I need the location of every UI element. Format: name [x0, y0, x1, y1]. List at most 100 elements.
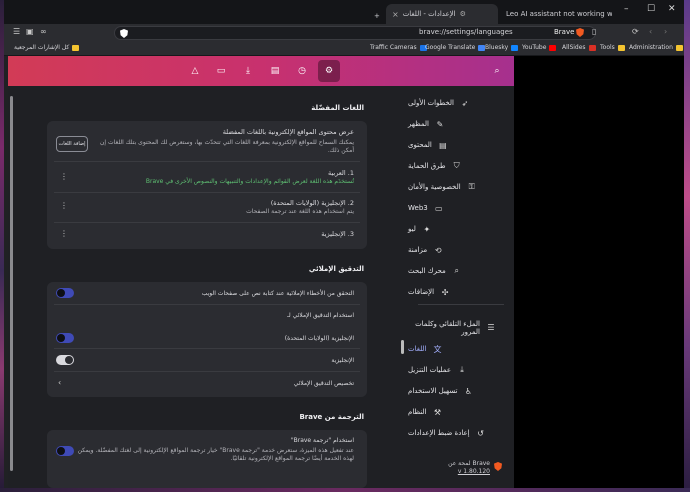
gear-icon: ⚙ [459, 10, 466, 18]
sidebar-item-languages[interactable]: 文 اللغات [408, 340, 504, 358]
sidebar-item-autofill[interactable]: ☰ الملء التلقائي وكلمات المرور [408, 317, 504, 339]
sidebar-item-reset[interactable]: ↺ إعادة ضبط الإعدادات [408, 424, 504, 442]
bookmark-bluesky[interactable]: Bluesky [485, 44, 519, 51]
history-icon[interactable]: ◷ [295, 64, 309, 78]
rocket-icon: ➶ [461, 98, 469, 108]
maximize-button[interactable]: ☐ [647, 4, 655, 14]
vpn-icon[interactable]: ∞ [40, 27, 47, 36]
sidebar-toggle-icon[interactable]: ▣ [26, 27, 34, 36]
divider [54, 222, 360, 223]
settings-header [8, 56, 514, 86]
sidebar-item-web3[interactable]: ▭ Web3 [408, 199, 504, 217]
new-tab-button[interactable]: + [368, 6, 386, 26]
spell-lang-toggle-en-us[interactable] [56, 333, 74, 343]
sidebar-item-content[interactable]: ▤ المحتوى [408, 136, 504, 154]
window-close-button[interactable]: ✕ [668, 4, 676, 14]
download-icon[interactable]: ⤓ [241, 64, 255, 78]
page-scrollbar[interactable] [10, 96, 13, 471]
tab-settings-languages[interactable]: × الإعدادات - اللغات ⚙ [386, 4, 498, 24]
folder-icon [617, 44, 625, 51]
minimize-button[interactable]: – [624, 4, 629, 14]
back-icon[interactable]: › [664, 27, 667, 36]
browser-window: + × الإعدادات - اللغات ⚙ Leo AI assistan… [4, 0, 684, 488]
leo-icon: ✦ [423, 224, 431, 234]
reload-icon[interactable]: ⟳ [632, 27, 639, 36]
forward-icon[interactable]: ‹ [649, 27, 652, 36]
bookmark-star-icon[interactable]: ▯ [592, 27, 596, 36]
sidebar-divider [418, 304, 504, 305]
bookmarks-icon[interactable]: ▤ [268, 64, 282, 78]
sidebar-scroll-thumb[interactable] [401, 340, 404, 354]
language-icon: 文 [433, 344, 442, 354]
more-options-icon[interactable]: ⋮ [60, 201, 68, 210]
divider [54, 348, 360, 349]
sidebar-item-appearance[interactable]: ✎ المظهر [408, 115, 504, 133]
lock-icon: ⚿ [468, 182, 475, 191]
shield-icon: ⛉ [453, 161, 460, 170]
bookmark-favicon-icon [549, 44, 557, 51]
bookmark-folder-tools[interactable]: Tools [600, 44, 625, 51]
spell-lang-toggle-en[interactable] [56, 355, 74, 365]
preferred-description: يمكنك السماح للمواقع الإلكترونية بمعرفة … [99, 139, 354, 146]
sidebar-item-downloads[interactable]: ⤓ عمليات التنزيل [408, 361, 504, 379]
folder-icon [72, 44, 80, 51]
wallet-icon[interactable]: ▭ [214, 64, 228, 78]
search-icon[interactable]: ⌕ [490, 64, 504, 78]
section-title-preferred-languages: اللغات المفضّلة [311, 104, 364, 112]
sidebar-item-accessibility[interactable]: ♿ تسهيل الاستخدام [408, 382, 504, 400]
language-item-name: 1. العربية [327, 169, 354, 177]
accessibility-icon: ♿ [464, 386, 473, 396]
menu-icon[interactable]: ☰ [13, 27, 20, 36]
chevron-left-icon[interactable]: ‹ [58, 378, 61, 387]
bookmark-favicon-icon [511, 44, 519, 51]
address-bar[interactable] [114, 26, 596, 40]
spell-customize-link[interactable]: تخصيص التدقيق الإملائي [294, 380, 354, 387]
sidebar-item-search-engine[interactable]: ⌕ محرك البحث [408, 262, 504, 280]
bookmark-folder-administration[interactable]: Administration [629, 44, 683, 51]
sidebar-item-shields[interactable]: ⛉ طرق الحماية [408, 157, 504, 175]
search-icon: ⌕ [454, 266, 459, 275]
bookmark-youtube[interactable]: YouTube [522, 44, 557, 51]
divider [54, 192, 360, 193]
sidebar-item-get-started[interactable]: ➶ الخطوات الأولى [408, 94, 504, 112]
rewards-icon[interactable]: △ [188, 64, 202, 78]
sidebar-item-extensions[interactable]: ✣ الإضافات [408, 283, 504, 301]
language-item-name: 2. الإنجليزية (الولايات المتحدة) [270, 199, 354, 207]
bookmark-traffic-cameras[interactable]: Traffic Cameras [370, 44, 427, 51]
preferred-description-2: أمكن ذلك. [327, 147, 354, 154]
add-languages-button[interactable]: إضافة اللغات [56, 136, 88, 152]
system-icon: ⚒ [433, 407, 441, 417]
spell-check-toggle[interactable] [56, 288, 74, 298]
all-bookmarks-folder[interactable]: كل الإشارات المرجعية [14, 44, 80, 51]
more-options-icon[interactable]: ⋮ [60, 172, 68, 181]
bookmark-google-translate[interactable]: Google Translate [425, 44, 486, 51]
divider [54, 304, 360, 305]
language-item-desc: تُستخدَم هذه اللغة لعرض القوائم والإعداد… [145, 178, 354, 185]
sidebar-item-privacy[interactable]: ⚿ الخصوصية والأمان [408, 178, 504, 196]
section-title-spell-check: التدقيق الإملائي [308, 265, 364, 273]
tab-leo-assistant[interactable]: Leo AI assistant not working when B [500, 4, 612, 24]
content-icon: ▤ [439, 140, 447, 150]
settings-icon[interactable]: ⚙ [318, 60, 340, 82]
translate-description-2: لهذه الخدمة أيضًا ترجمة المواقع الإلكترو… [230, 455, 355, 462]
sidebar-item-sync[interactable]: ⟲ مزامنة [408, 241, 504, 259]
sidebar-item-system[interactable]: ⚒ النظام [408, 403, 504, 421]
desktop-wallpaper-bottom [0, 488, 690, 492]
spell-use-label: استخدام التدقيق الإملائي لـ [287, 312, 354, 319]
translate-description: عند تفعيل هذه الميزة، ستعرض خدمة "ترجمة … [77, 447, 354, 454]
palette-icon: ✎ [436, 119, 444, 129]
tab-close-icon[interactable]: × [392, 10, 399, 19]
bookmark-allsides[interactable]: AllSides [562, 44, 596, 51]
extensions-icon: ✣ [441, 287, 449, 297]
language-item-desc: يتم استخدام هذه اللغة عند ترجمة الصفحات [246, 208, 354, 215]
sidebar-item-leo[interactable]: ✦ ليو [408, 220, 504, 238]
folder-icon [675, 44, 683, 51]
brave-translate-toggle[interactable] [56, 446, 74, 456]
preferred-heading: عرض محتوى المواقع الإلكترونية باللغات ال… [222, 128, 354, 136]
brave-label: Brave [554, 28, 575, 36]
version-text: v 1.80.120 [457, 468, 490, 475]
more-options-icon[interactable]: ⋮ [60, 229, 68, 238]
about-brave-link[interactable]: لمحة عن Brave v 1.80.120 [424, 460, 490, 476]
bookmark-favicon-icon [588, 44, 596, 51]
spell-lang-name: الإنجليزية (الولايات المتحدة) [284, 335, 354, 342]
